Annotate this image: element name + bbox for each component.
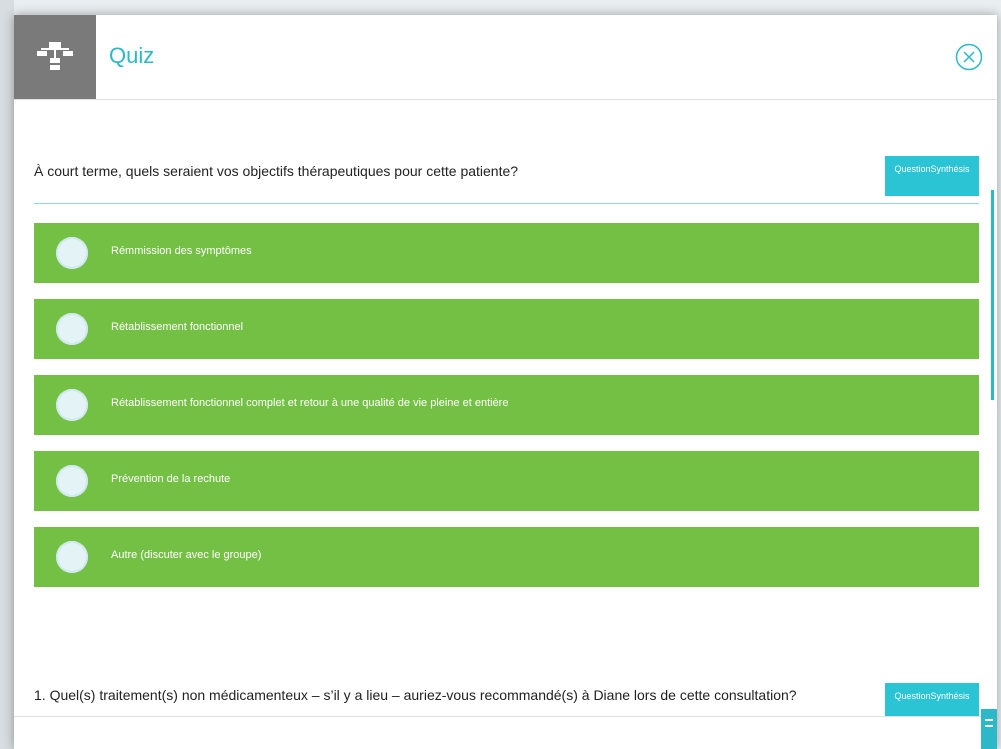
radio-button[interactable] <box>56 237 88 269</box>
modal-header: Quiz <box>14 15 997 100</box>
answer-option[interactable]: Rémmission des symptômes <box>34 223 979 283</box>
radio-button[interactable] <box>56 313 88 345</box>
close-icon[interactable] <box>955 43 983 71</box>
sitemap-icon <box>37 42 73 70</box>
quiz-modal: Quiz À court terme, quels seraient vos o… <box>14 15 997 749</box>
answer-label: Rémmission des symptômes <box>111 245 252 257</box>
answer-label: Rétablissement fonctionnel complet et re… <box>111 397 509 409</box>
question-synthesis-button[interactable]: QuestionSynthésis <box>885 156 979 196</box>
answer-label: Rétablissement fonctionnel <box>111 321 244 333</box>
question-synthesis-button[interactable]: QuestionSynthésis <box>885 683 979 716</box>
scrollbar-thumb[interactable] <box>991 190 994 400</box>
question-divider <box>34 203 979 204</box>
background-sidebar <box>0 0 14 749</box>
quiz-content[interactable]: À court terme, quels seraient vos object… <box>14 100 997 716</box>
answer-option[interactable]: Rétablissement fonctionnel <box>34 299 979 359</box>
modal-footer-divider <box>14 716 997 717</box>
question-text: 1. Quel(s) traitement(s) non médicamente… <box>34 687 797 703</box>
answer-label: Prévention de la rechute <box>111 473 231 485</box>
menu-tab-icon[interactable] <box>981 709 997 749</box>
question-synthesis-label: QuestionSynthésis <box>894 691 970 701</box>
answer-option[interactable]: Rétablissement fonctionnel complet et re… <box>34 375 979 435</box>
radio-button[interactable] <box>56 541 88 573</box>
question-synthesis-label: QuestionSynthésis <box>894 164 970 174</box>
answer-option[interactable]: Autre (discuter avec le groupe) <box>34 527 979 587</box>
question-text: À court terme, quels seraient vos object… <box>34 163 519 179</box>
header-icon-box <box>14 15 96 99</box>
modal-title: Quiz <box>109 43 155 68</box>
radio-button[interactable] <box>56 465 88 497</box>
answer-option[interactable]: Prévention de la rechute <box>34 451 979 511</box>
radio-button[interactable] <box>56 389 88 421</box>
answer-label: Autre (discuter avec le groupe) <box>111 549 262 561</box>
